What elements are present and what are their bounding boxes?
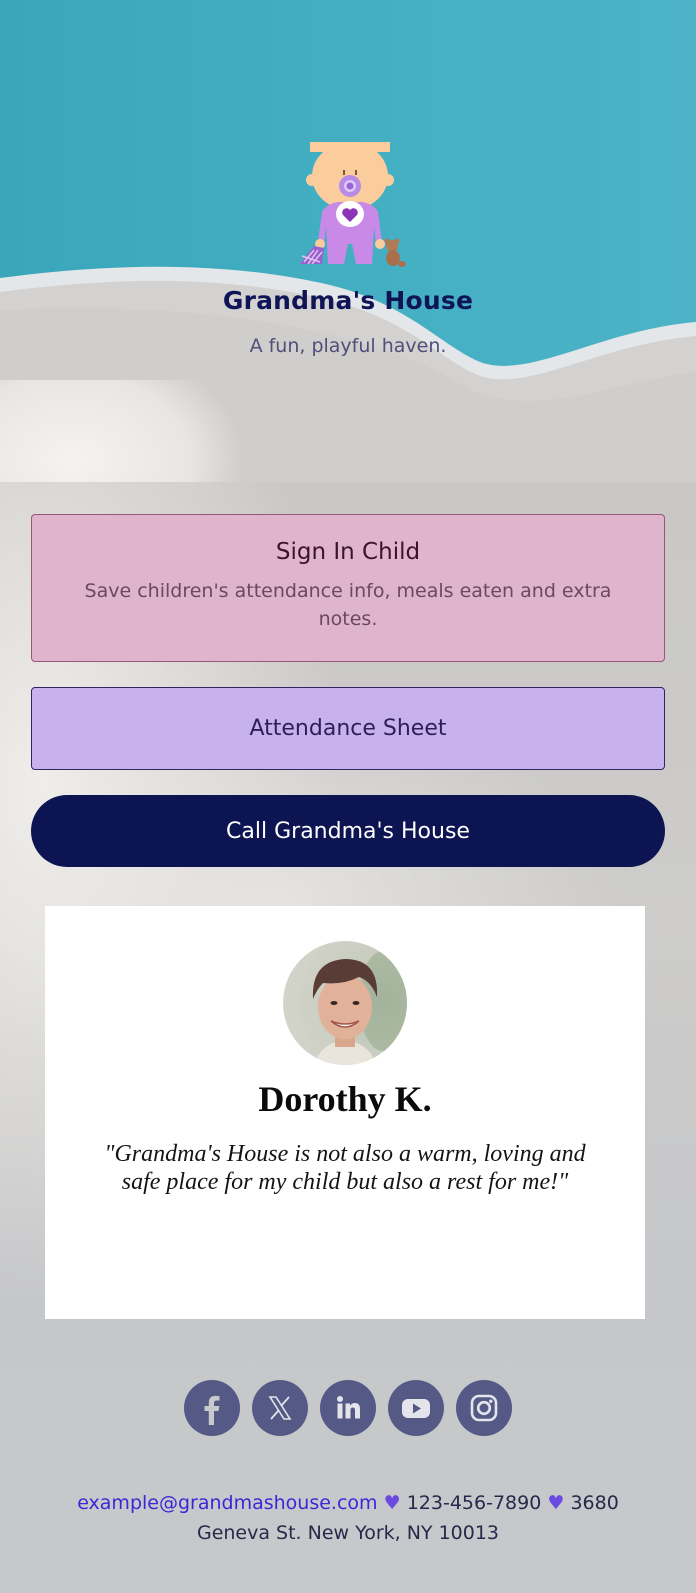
heart-separator-icon: ♥ (383, 1492, 401, 1514)
attendance-sheet-button[interactable]: Attendance Sheet (31, 687, 665, 770)
x-icon (268, 1396, 292, 1420)
heart-separator-icon: ♥ (547, 1492, 565, 1514)
brand-title: Grandma's House (222, 286, 474, 315)
person-photo-icon (312, 951, 407, 1065)
call-button[interactable]: Call Grandma's House (31, 795, 665, 867)
call-button-label: Call Grandma's House (226, 818, 470, 844)
facebook-link[interactable] (184, 1380, 240, 1436)
facebook-icon (204, 1395, 220, 1425)
footer-address: Geneva St. New York, NY 10013 (196, 1522, 500, 1544)
testimonial-author: Dorothy K. (258, 1079, 432, 1119)
x-link[interactable] (252, 1380, 308, 1436)
attendance-sheet-label: Attendance Sheet (249, 716, 447, 741)
sign-in-child-title: Sign In Child (275, 539, 421, 565)
linkedin-link[interactable] (320, 1380, 376, 1436)
youtube-icon (402, 1399, 430, 1418)
instagram-link[interactable] (456, 1380, 512, 1436)
linkedin-icon (337, 1396, 360, 1419)
testimonial-quote: "Grandma's House is not also a warm, lov… (104, 1141, 586, 1195)
footer-address-number: 3680 (570, 1492, 619, 1514)
testimonial-card: Dorothy K. "Grandma's House is not also … (45, 906, 645, 1319)
social-links (184, 1380, 514, 1436)
baby-with-pacifier-icon (300, 142, 406, 267)
footer-email-link[interactable]: example@grandmashouse.com (77, 1492, 377, 1514)
sign-in-child-description: Save children's attendance info, meals e… (84, 580, 612, 630)
brand-tagline: A fun, playful haven. (249, 335, 447, 357)
plush-toy-decoration (0, 380, 240, 482)
sign-in-child-button[interactable]: Sign In Child Save children's attendance… (31, 514, 665, 662)
youtube-link[interactable] (388, 1380, 444, 1436)
avatar (283, 941, 407, 1065)
instagram-icon (470, 1394, 498, 1422)
hero-banner: Grandma's House A fun, playful haven. (0, 0, 696, 482)
footer-phone[interactable]: 123-456-7890 (407, 1492, 542, 1514)
footer-contact-line: example@grandmashouse.com ♥ 123-456-7890… (0, 1492, 696, 1514)
